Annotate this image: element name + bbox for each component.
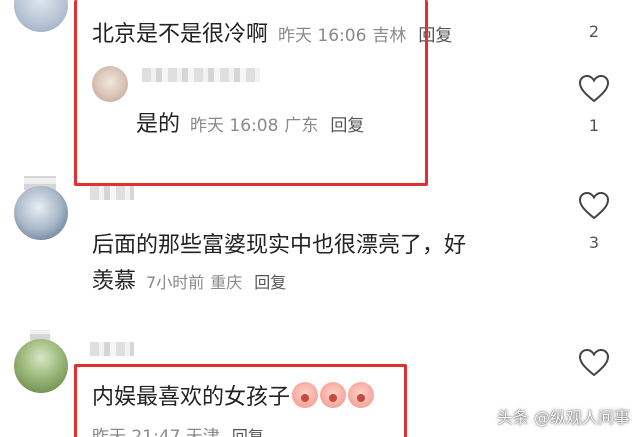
highlight-box-bottom bbox=[74, 364, 407, 437]
reply-button[interactable]: 回复 bbox=[254, 273, 286, 292]
blurred-username bbox=[90, 186, 134, 200]
blurred-username bbox=[90, 342, 134, 356]
comment-text: 羡慕 bbox=[92, 269, 137, 294]
comment-location: 重庆 bbox=[210, 273, 243, 292]
heart-outline-icon[interactable] bbox=[578, 191, 610, 221]
avatar[interactable] bbox=[14, 339, 68, 393]
like-count: 2 bbox=[588, 22, 600, 41]
like-count: 1 bbox=[588, 116, 600, 135]
comment-3: 羡慕 7小时前 重庆 回复 bbox=[92, 263, 286, 295]
avatar[interactable] bbox=[14, 186, 68, 240]
like-count: 3 bbox=[588, 233, 600, 252]
heart-outline-icon[interactable] bbox=[578, 74, 610, 104]
watermark: 头条 @纵观人间事 bbox=[496, 408, 630, 427]
avatar[interactable] bbox=[14, 0, 68, 32]
comment-time: 7小时前 bbox=[146, 273, 205, 292]
comment-3-line1: 后面的那些富婆现实中也很漂亮了，好 bbox=[92, 233, 467, 258]
highlight-box-top bbox=[74, 0, 428, 186]
heart-outline-icon[interactable] bbox=[578, 348, 610, 378]
